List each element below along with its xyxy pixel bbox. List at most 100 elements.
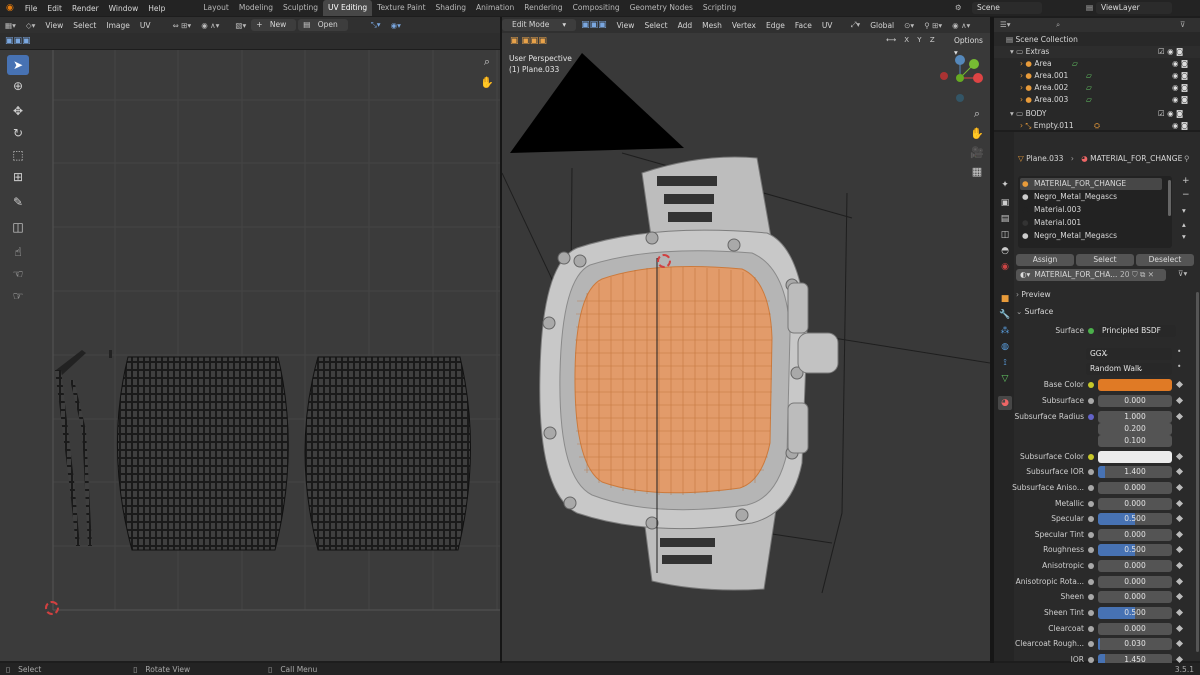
- menu-edit[interactable]: Edit: [42, 4, 67, 13]
- options-dropdown[interactable]: Options ▾: [949, 35, 990, 57]
- slot-list-scrollbar[interactable]: [1168, 180, 1171, 216]
- vp-menu-vertex[interactable]: Vertex: [727, 21, 761, 30]
- outliner-row-extras[interactable]: ▾ ▭ Extras ☑ ◉ ◙: [994, 46, 1200, 58]
- tab-animation[interactable]: Animation: [471, 0, 519, 16]
- outliner-row-area-002[interactable]: › ● Area.002 ▱ ◉ ◙: [994, 82, 1200, 94]
- shader-param-field[interactable]: 0.000: [1098, 576, 1172, 588]
- sticky-mode-icon[interactable]: ◇▾: [21, 21, 41, 30]
- tab-shading[interactable]: Shading: [431, 0, 471, 16]
- image-browse-icon[interactable]: ▧▾: [230, 21, 251, 30]
- menu-file[interactable]: File: [20, 4, 43, 13]
- annotate-tool-icon[interactable]: ✎: [7, 192, 29, 212]
- shader-param-field[interactable]: 0.000: [1098, 591, 1172, 603]
- keyframe-icon[interactable]: [1175, 624, 1184, 633]
- checkbox-icon[interactable]: ☑ ◉ ◙: [1158, 108, 1183, 120]
- scene-tab-icon[interactable]: ◓: [998, 244, 1012, 258]
- outliner-row-area-001[interactable]: › ● Area.001 ▱ ◉ ◙: [994, 70, 1200, 82]
- visibility-icon[interactable]: ◉ ◙: [1172, 82, 1188, 94]
- scale-tool-icon[interactable]: ⬚: [7, 145, 29, 165]
- shader-param-field[interactable]: 0.000: [1098, 529, 1172, 541]
- scene-collection-row[interactable]: ▤ Scene Collection: [994, 34, 1200, 46]
- user-count[interactable]: 20: [1120, 269, 1130, 281]
- vp-menu-select[interactable]: Select: [639, 21, 672, 30]
- relax-tool-icon[interactable]: ☜: [7, 264, 29, 284]
- surface-panel-header[interactable]: ⌄ Surface: [1016, 307, 1200, 316]
- pan-hand-icon[interactable]: ✋: [479, 74, 495, 90]
- snap-icon[interactable]: ⇔ ⊞▾: [167, 21, 196, 30]
- keyframe-icon[interactable]: [1175, 499, 1184, 508]
- grid-icon[interactable]: ▦: [969, 163, 985, 179]
- move-up-icon[interactable]: ▴: [1182, 220, 1186, 229]
- tab-compositing[interactable]: Compositing: [568, 0, 625, 16]
- outliner-row-area-003[interactable]: › ● Area.003 ▱ ◉ ◙: [994, 94, 1200, 106]
- uv-overlay-icon[interactable]: ⤡▾: [366, 20, 386, 30]
- pivot-icon[interactable]: ⊙▾: [899, 21, 919, 30]
- pin-icon[interactable]: ⚲: [1184, 154, 1190, 163]
- keyframe-icon[interactable]: [1175, 483, 1184, 492]
- keyframe-icon[interactable]: [1175, 608, 1184, 617]
- vp-menu-uv[interactable]: UV: [817, 21, 838, 30]
- new-image-button[interactable]: + New: [251, 19, 297, 31]
- uv-menu-select[interactable]: Select: [68, 21, 101, 30]
- tab-scripting[interactable]: Scripting: [698, 0, 741, 16]
- move-tool-icon[interactable]: ✥: [7, 101, 29, 121]
- material-slot-item[interactable]: ● Negro_Metal_Megascs: [1020, 191, 1162, 203]
- shader-param-field[interactable]: 0.500: [1098, 544, 1172, 556]
- shader-param-field[interactable]: 0.500: [1098, 607, 1172, 619]
- menu-help[interactable]: Help: [143, 4, 170, 13]
- material-slot-item[interactable]: ● Material.001: [1020, 217, 1162, 229]
- pinch-tool-icon[interactable]: ☞: [7, 286, 29, 306]
- add-slot-button[interactable]: +: [1182, 176, 1190, 186]
- material-selector[interactable]: ◐▾ MATERIAL_FOR_CHA... 20 ⛉ ⧉ ✕: [1016, 269, 1166, 281]
- transform-tool-icon[interactable]: ⊞: [7, 167, 29, 187]
- view-layer-tab-icon[interactable]: ◫: [998, 228, 1012, 242]
- snap-icon[interactable]: ⚲ ⊞▾: [919, 21, 947, 30]
- tab-layout[interactable]: Layout: [198, 0, 234, 16]
- shader-param-field[interactable]: 0.030: [1098, 638, 1172, 650]
- tab-geometry-nodes[interactable]: Geometry Nodes: [625, 0, 698, 16]
- shader-param-field[interactable]: 0.500: [1098, 513, 1172, 525]
- properties-scrollbar[interactable]: [1196, 292, 1199, 652]
- grab-tool-icon[interactable]: ☝: [7, 242, 29, 262]
- slot-specials-icon[interactable]: ▾: [1182, 206, 1186, 215]
- rip-tool-icon[interactable]: ◫: [7, 217, 29, 237]
- uv-editor-canvas[interactable]: ⌕ ✋: [0, 50, 500, 661]
- cursor-tool-icon[interactable]: ⊕: [7, 76, 29, 96]
- select-mode-icons[interactable]: ▣▣▣: [576, 20, 612, 30]
- visibility-icon[interactable]: ◉ ◙: [1172, 120, 1188, 130]
- orientation-icon[interactable]: ⤢▾: [845, 20, 865, 30]
- view-layer-selector[interactable]: ViewLayer: [1096, 2, 1172, 14]
- tab-uv-editing[interactable]: UV Editing: [323, 0, 373, 16]
- visibility-icon[interactable]: ◉ ◙: [1172, 70, 1188, 82]
- vp-menu-view[interactable]: View: [612, 21, 640, 30]
- keyframe-icon[interactable]: [1175, 592, 1184, 601]
- outliner-row-area[interactable]: › ● Area ▱ ◉ ◙: [994, 58, 1200, 70]
- visibility-icon[interactable]: ◉ ◙: [1172, 94, 1188, 106]
- keyframe-icon[interactable]: [1175, 577, 1184, 586]
- subsurface-field[interactable]: 0.000: [1098, 395, 1172, 407]
- keyframe-icon[interactable]: [1175, 561, 1184, 570]
- uv-menu-image[interactable]: Image: [101, 21, 135, 30]
- blender-logo-icon[interactable]: ◉: [0, 3, 20, 13]
- base-color-swatch[interactable]: [1098, 379, 1172, 391]
- remove-slot-button[interactable]: −: [1182, 190, 1190, 200]
- pan-hand-icon[interactable]: ✋: [969, 125, 985, 141]
- assign-button[interactable]: Assign: [1016, 254, 1074, 266]
- 2d-cursor-icon[interactable]: [45, 601, 59, 615]
- output-tab-icon[interactable]: ▤: [998, 212, 1012, 226]
- proportional-icon[interactable]: ◉ ∧▾: [947, 21, 975, 30]
- shader-param-field[interactable]: 0.000: [1098, 560, 1172, 572]
- world-tab-icon[interactable]: ◉: [998, 260, 1012, 274]
- material-slot-item[interactable]: ● MATERIAL_FOR_CHANGE: [1020, 178, 1162, 190]
- vp-menu-mesh[interactable]: Mesh: [697, 21, 727, 30]
- uv-menu-uv[interactable]: UV: [135, 21, 156, 30]
- select-mode-icons[interactable]: ▣▣▣: [0, 36, 36, 46]
- select-button[interactable]: Select: [1076, 254, 1134, 266]
- uv-display-icon[interactable]: ◉▾: [386, 21, 406, 30]
- keyframe-icon[interactable]: [1175, 467, 1184, 476]
- outliner-row-body[interactable]: ▾ ▭ BODY ☑ ◉ ◙: [994, 108, 1200, 120]
- keyframe-icon[interactable]: [1175, 655, 1184, 664]
- surface-shader-field[interactable]: Principled BSDF: [1098, 325, 1176, 337]
- keyframe-icon[interactable]: [1175, 545, 1184, 554]
- subsurface-color-swatch[interactable]: [1098, 451, 1172, 463]
